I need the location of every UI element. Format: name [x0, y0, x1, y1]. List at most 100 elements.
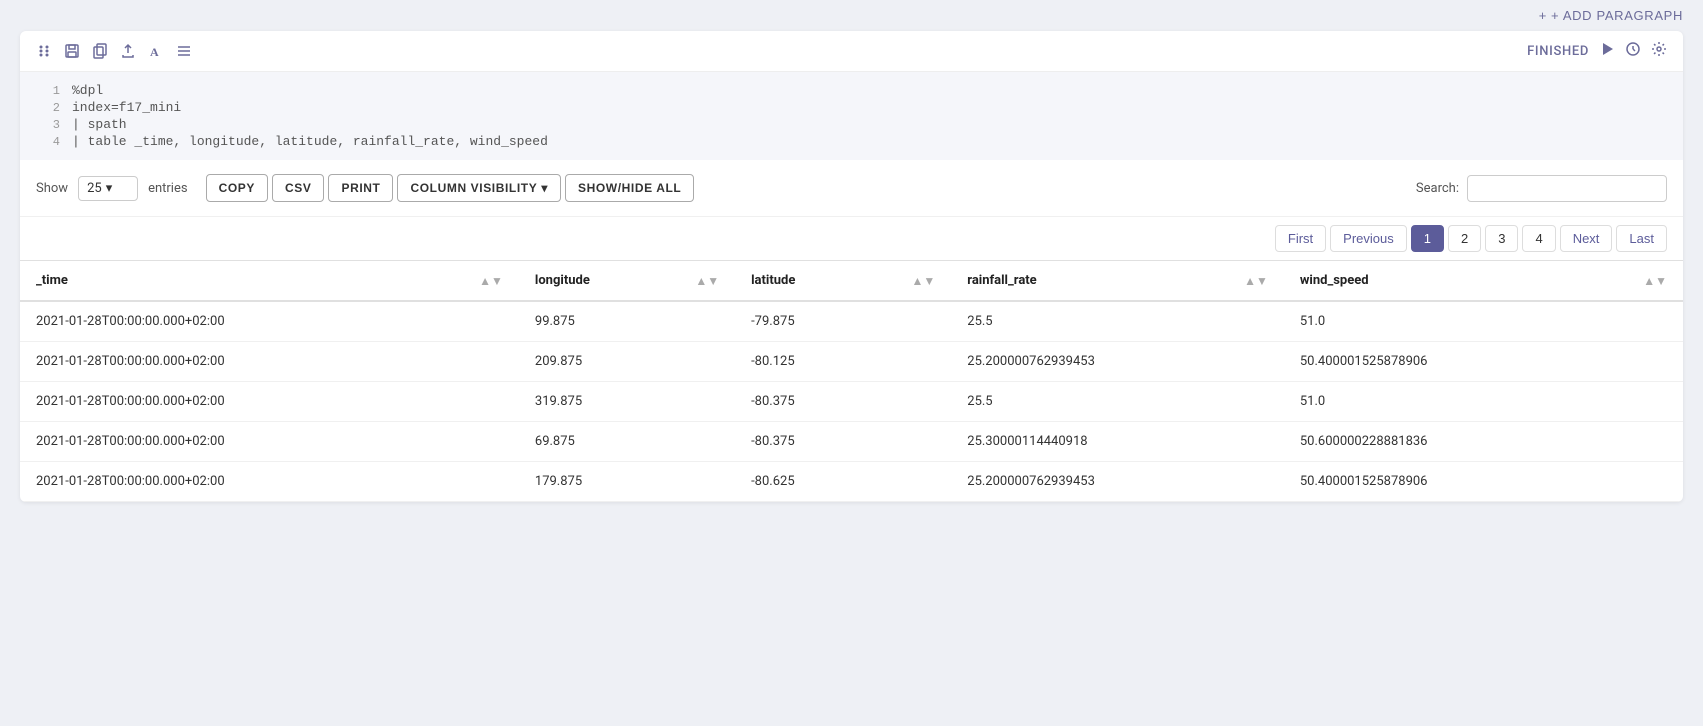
show-hide-all-button[interactable]: SHOW/HIDE ALL	[565, 174, 694, 202]
code-line-1: 1 %dpl	[20, 82, 1683, 99]
cell-wind_speed-row-3: 50.600000228881836	[1284, 422, 1683, 462]
column-header-latitude[interactable]: latitude ▲▼	[735, 261, 951, 302]
run-button[interactable]	[1599, 41, 1615, 61]
cell-rainfall_rate-row-3: 25.30000114440918	[951, 422, 1284, 462]
cell-latitude-row-4: -80.625	[735, 462, 951, 502]
svg-text:A: A	[150, 45, 159, 59]
table-row: 2021-01-28T00:00:00.000+02:00179.875-80.…	[20, 462, 1683, 502]
entries-select[interactable]: 25 ▾	[78, 176, 138, 201]
table-row: 2021-01-28T00:00:00.000+02:0069.875-80.3…	[20, 422, 1683, 462]
sort-icon-time: ▲▼	[479, 274, 503, 288]
column-label-longitude: longitude	[535, 273, 590, 288]
line-number-1: 1	[36, 83, 60, 98]
cell-latitude-row-0: -79.875	[735, 301, 951, 342]
csv-button[interactable]: CSV	[272, 174, 324, 202]
column-label-wind-speed: wind_speed	[1300, 273, 1369, 288]
code-line-3: 3 | spath	[20, 116, 1683, 133]
cell-wind_speed-row-1: 50.400001525878906	[1284, 342, 1683, 382]
table-header-row: _time ▲▼ longitude ▲▼ latitude ▲▼	[20, 261, 1683, 302]
page-2-button[interactable]: 2	[1448, 225, 1481, 252]
cell-toolbar-right: FINISHED	[1527, 41, 1667, 61]
text-icon[interactable]: A	[148, 43, 164, 59]
pagination-bar: First Previous 1 2 3 4 Next Last	[20, 217, 1683, 260]
page-4-button[interactable]: 4	[1522, 225, 1555, 252]
search-area: Search:	[1416, 175, 1667, 202]
drag-icon[interactable]	[36, 43, 52, 59]
cell-longitude-row-0: 99.875	[519, 301, 735, 342]
cell-longitude-row-2: 319.875	[519, 382, 735, 422]
line-content-2: index=f17_mini	[72, 100, 181, 115]
chevron-down-icon: ▾	[106, 181, 113, 196]
last-page-button[interactable]: Last	[1616, 225, 1667, 252]
column-visibility-button[interactable]: COLUMN VISIBILITY ▾	[397, 174, 561, 202]
cell-rainfall_rate-row-0: 25.5	[951, 301, 1284, 342]
notebook-cell: A FINISHED	[20, 31, 1683, 502]
sort-icon-rainfall: ▲▼	[1244, 274, 1268, 288]
cell-_time-row-4: 2021-01-28T00:00:00.000+02:00	[20, 462, 519, 502]
line-content-1: %dpl	[72, 83, 103, 98]
cell-wind_speed-row-4: 50.400001525878906	[1284, 462, 1683, 502]
sort-icon-longitude: ▲▼	[695, 274, 719, 288]
cell-rainfall_rate-row-2: 25.5	[951, 382, 1284, 422]
sort-icon-wind: ▲▼	[1643, 274, 1667, 288]
code-line-4: 4 | table _time, longitude, latitude, ra…	[20, 133, 1683, 150]
cell-toolbar: A FINISHED	[20, 31, 1683, 72]
column-vis-chevron-icon: ▾	[541, 181, 548, 195]
line-number-4: 4	[36, 134, 60, 149]
column-header-rainfall-rate[interactable]: rainfall_rate ▲▼	[951, 261, 1284, 302]
page-3-button[interactable]: 3	[1485, 225, 1518, 252]
copy-icon[interactable]	[92, 43, 108, 59]
cell-rainfall_rate-row-4: 25.200000762939453	[951, 462, 1284, 502]
cell-latitude-row-2: -80.375	[735, 382, 951, 422]
entries-label: entries	[148, 181, 188, 196]
column-header-wind-speed[interactable]: wind_speed ▲▼	[1284, 261, 1683, 302]
cell-rainfall_rate-row-1: 25.200000762939453	[951, 342, 1284, 382]
line-number-2: 2	[36, 100, 60, 115]
upload-icon[interactable]	[120, 43, 136, 59]
cell-longitude-row-3: 69.875	[519, 422, 735, 462]
column-label-latitude: latitude	[751, 273, 795, 288]
column-header-longitude[interactable]: longitude ▲▼	[519, 261, 735, 302]
add-paragraph-button[interactable]: + + ADD PARAGRAPH	[1539, 8, 1683, 23]
column-header-time[interactable]: _time ▲▼	[20, 261, 519, 302]
cell-latitude-row-1: -80.125	[735, 342, 951, 382]
cell-toolbar-left: A	[36, 43, 192, 59]
line-number-3: 3	[36, 117, 60, 132]
clock-icon[interactable]	[1625, 41, 1641, 61]
cell-wind_speed-row-0: 51.0	[1284, 301, 1683, 342]
column-visibility-label: COLUMN VISIBILITY	[410, 181, 537, 195]
cell-longitude-row-4: 179.875	[519, 462, 735, 502]
page-1-button[interactable]: 1	[1411, 225, 1444, 252]
save-icon[interactable]	[64, 43, 80, 59]
line-content-4: | table _time, longitude, latitude, rain…	[72, 134, 548, 149]
add-paragraph-bar: + + ADD PARAGRAPH	[0, 0, 1703, 31]
search-input[interactable]	[1467, 175, 1667, 202]
column-label-time: _time	[36, 273, 68, 288]
cell-_time-row-1: 2021-01-28T00:00:00.000+02:00	[20, 342, 519, 382]
next-page-button[interactable]: Next	[1560, 225, 1613, 252]
cell-wind_speed-row-2: 51.0	[1284, 382, 1683, 422]
add-paragraph-label: + ADD PARAGRAPH	[1551, 8, 1683, 23]
code-line-2: 2 index=f17_mini	[20, 99, 1683, 116]
line-content-3: | spath	[72, 117, 127, 132]
cell-_time-row-2: 2021-01-28T00:00:00.000+02:00	[20, 382, 519, 422]
settings-icon[interactable]	[1651, 41, 1667, 61]
entries-value: 25	[87, 181, 102, 196]
list-icon[interactable]	[176, 43, 192, 59]
first-page-button[interactable]: First	[1275, 225, 1326, 252]
copy-button[interactable]: COPY	[206, 174, 268, 202]
search-label: Search:	[1416, 181, 1459, 196]
finished-status: FINISHED	[1527, 44, 1589, 59]
cell-latitude-row-3: -80.375	[735, 422, 951, 462]
table-row: 2021-01-28T00:00:00.000+02:0099.875-79.8…	[20, 301, 1683, 342]
plus-icon: +	[1539, 8, 1547, 23]
cell-longitude-row-1: 209.875	[519, 342, 735, 382]
print-button[interactable]: PRINT	[328, 174, 393, 202]
cell-_time-row-0: 2021-01-28T00:00:00.000+02:00	[20, 301, 519, 342]
previous-page-button[interactable]: Previous	[1330, 225, 1407, 252]
column-label-rainfall-rate: rainfall_rate	[967, 273, 1036, 288]
sort-icon-latitude: ▲▼	[912, 274, 936, 288]
show-label: Show	[36, 181, 68, 196]
cell-_time-row-3: 2021-01-28T00:00:00.000+02:00	[20, 422, 519, 462]
code-editor[interactable]: 1 %dpl 2 index=f17_mini 3 | spath 4 | ta…	[20, 72, 1683, 160]
